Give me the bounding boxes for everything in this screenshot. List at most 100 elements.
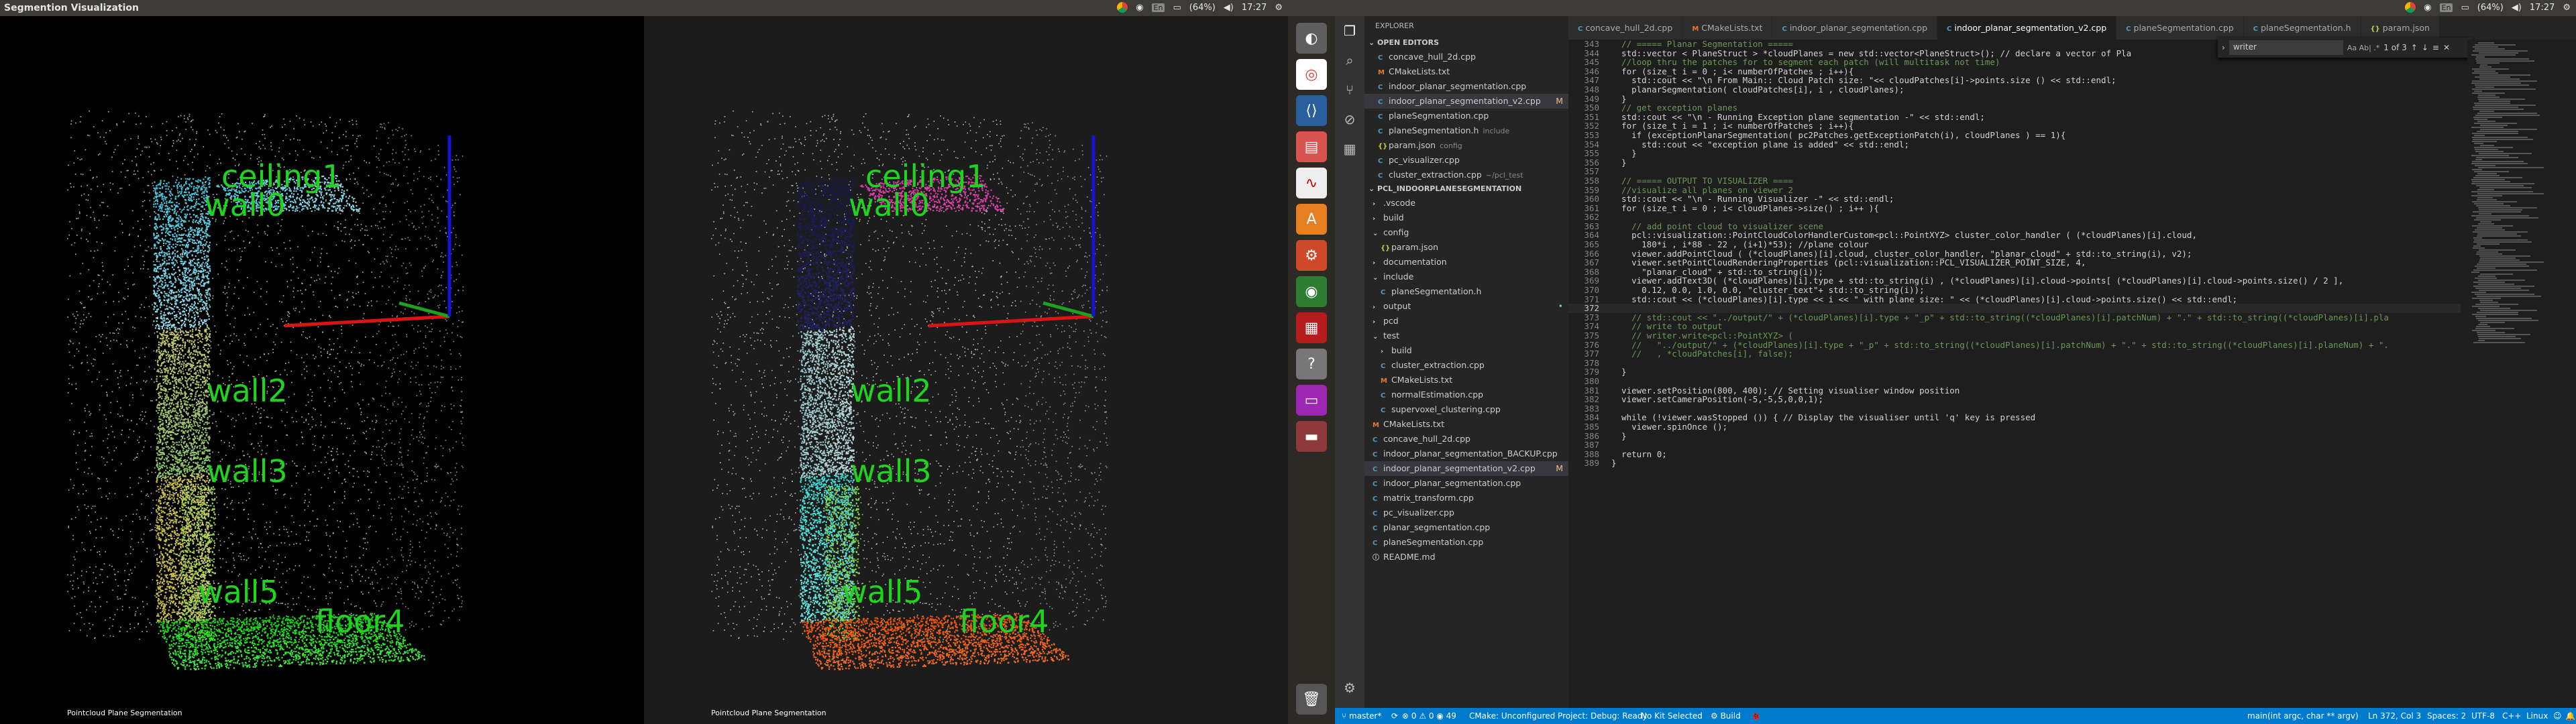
chrome-indicator-icon[interactable]	[1117, 2, 1128, 13]
code-line[interactable]: 381 viewer.setPosition(800, 400); // Set…	[1568, 385, 2461, 396]
code-line[interactable]: 371 std::cout << (*cloudPlanes)[i].type …	[1568, 294, 2461, 304]
clock[interactable]: 17:27	[1242, 3, 1267, 13]
code-line[interactable]: 365 180*i , i*88 - 22 , (i+1)*53); //pla…	[1568, 240, 2461, 249]
code-line[interactable]: 355 }	[1568, 149, 2461, 158]
code-line[interactable]: 380	[1568, 377, 2461, 386]
editor-tab[interactable]: CplaneSegmentation.cpp	[2116, 16, 2244, 40]
volume-icon[interactable]: ◀)	[1224, 3, 1234, 13]
code-line[interactable]: 353 if (exceptionPlanarSegmentation( pc2…	[1568, 131, 2461, 140]
tree-item[interactable]: ⌄ config	[1364, 225, 1568, 240]
tree-item[interactable]: Csupervoxel_clustering.cpp	[1364, 402, 1568, 417]
tree-item[interactable]: › build	[1364, 343, 1568, 358]
cursor-position[interactable]: Ln 372, Col 3	[2368, 711, 2421, 721]
tree-item[interactable]: › output •	[1364, 299, 1568, 314]
sync-icon[interactable]: ⟳	[1391, 711, 1398, 721]
code-line[interactable]: 384 while (!viewer.wasStopped ()) { // D…	[1568, 413, 2461, 422]
drive-icon[interactable]: ▬	[1296, 421, 1327, 452]
code-line[interactable]: 359 //visualize all planes on viewer 2	[1568, 185, 2461, 195]
close-icon[interactable]: ✕	[2443, 43, 2450, 52]
code-line[interactable]: 368 "planar_cloud" + std::to_string(i));	[1568, 267, 2461, 277]
vscode-icon[interactable]: ⟨⟩	[1296, 95, 1327, 126]
open-editor-item[interactable]: Cpc_visualizer.cpp	[1364, 153, 1568, 168]
tree-item[interactable]: CnormalEstimation.cpp	[1364, 387, 1568, 402]
code-line[interactable]: 356 }	[1568, 158, 2461, 168]
explorer-icon[interactable]: ❐	[1335, 16, 1364, 46]
open-editor-item[interactable]: Cindoor_planar_segmentation_v2.cpp M	[1364, 94, 1568, 109]
tree-item[interactable]: Cindoor_planar_segmentation.cpp	[1364, 476, 1568, 491]
kit-selector[interactable]: No Kit Selected	[1641, 711, 1703, 721]
notifications-bell-icon[interactable]: 🔔	[2565, 711, 2575, 721]
code-line[interactable]: 347 std::cout << "\n From Main:: Cloud P…	[1568, 76, 2461, 85]
search-icon[interactable]: ⌕	[1335, 46, 1364, 75]
code-line[interactable]: 349 }	[1568, 94, 2461, 104]
app-icon[interactable]: ∿	[1296, 168, 1327, 198]
open-editor-item[interactable]: {} param.json config	[1364, 138, 1568, 153]
chrome-icon[interactable]: ◎	[1296, 59, 1327, 90]
tree-item[interactable]: ⌄ include	[1364, 269, 1568, 284]
tree-item[interactable]: Cconcave_hull_2d.cpp	[1364, 432, 1568, 446]
encoding[interactable]: UTF-8	[2471, 711, 2495, 721]
tree-item[interactable]: ⓘ README.md	[1364, 550, 1568, 564]
os-indicator[interactable]: Linux	[2526, 711, 2548, 721]
code-line[interactable]: 374 // write to output	[1568, 322, 2461, 331]
find-input[interactable]: writer	[2229, 40, 2343, 55]
tree-item[interactable]: CplaneSegmentation.cpp	[1364, 535, 1568, 550]
cmake-status[interactable]: CMake: Unconfigured Project: Debug: Read…	[1469, 711, 1648, 721]
battery-icon[interactable]: ▭	[2461, 3, 2469, 13]
source-control-icon[interactable]: ⑂	[1335, 75, 1364, 105]
code-line[interactable]: 364 pcl::visualization::PointCloudColorH…	[1568, 231, 2461, 240]
help-icon[interactable]: ?	[1296, 349, 1327, 379]
tree-item[interactable]: ⌄ test	[1364, 328, 1568, 343]
trash-icon[interactable]: 🗑	[1296, 684, 1327, 715]
code-editor[interactable]: 343 // ===== Planar Segmentation ===== 34…	[1568, 40, 2461, 708]
tree-item[interactable]: M CMakeLists.txt	[1364, 373, 1568, 387]
battery-icon[interactable]: ▭	[1173, 3, 1181, 13]
code-line[interactable]: 385 viewer.spinOnce ();	[1568, 422, 2461, 432]
arrow-up-icon[interactable]: ↑	[2411, 43, 2418, 52]
debug-icon[interactable]: ⊘	[1335, 105, 1364, 134]
code-line[interactable]: 372	[1568, 304, 2461, 313]
code-line[interactable]: 351 std::cout << "\n - Running Exception…	[1568, 112, 2461, 122]
editor-tab[interactable]: Cconcave_hull_2d.cpp	[1568, 16, 1683, 40]
editor-tab[interactable]: Cindoor_planar_segmentation_v2.cpp	[1937, 16, 2117, 40]
software-center-icon[interactable]: A	[1296, 204, 1327, 235]
code-line[interactable]: 388 return 0;	[1568, 449, 2461, 459]
code-line[interactable]: 352 for (size_t i = 1 ; i< numberOfPatch…	[1568, 121, 2461, 131]
code-line[interactable]: 367 viewer.setPointCloudRenderingPropert…	[1568, 258, 2461, 267]
tree-item[interactable]: › .vscode	[1364, 196, 1568, 210]
open-editor-item[interactable]: Ccluster_extraction.cpp ~/pcl_test	[1364, 168, 1568, 182]
files-icon[interactable]: ▤	[1296, 131, 1327, 162]
code-line[interactable]: 350 // get exception planes	[1568, 103, 2461, 113]
minimap[interactable]	[2467, 40, 2568, 708]
power-icon[interactable]: ⚙	[1275, 3, 1283, 13]
selection-icon[interactable]: ≡	[2432, 43, 2439, 52]
tree-item[interactable]: Cmatrix_transform.cpp	[1364, 491, 1568, 505]
code-line[interactable]: 386 }	[1568, 431, 2461, 441]
language-mode[interactable]: C++	[2502, 711, 2522, 721]
problems-indicator[interactable]: ⊗ 0 ⚠ 0 ◉ 49	[1402, 711, 1456, 721]
tree-item[interactable]: Cplanar_segmentation.cpp	[1364, 520, 1568, 535]
feedback-smile-icon[interactable]: ☺	[2553, 711, 2562, 721]
code-line[interactable]: 376 // "../output/" + (*cloudPlanes)[i].…	[1568, 340, 2461, 350]
open-editor-item[interactable]: Cconcave_hull_2d.cpp	[1364, 50, 1568, 64]
code-line[interactable]: 358 // ===== OUTPUT TO VISUALIZER ====	[1568, 176, 2461, 186]
tree-item[interactable]: Cindoor_planar_segmentation_BACKUP.cpp	[1364, 446, 1568, 461]
settings-icon[interactable]: ⚙	[1296, 240, 1327, 271]
extensions-icon[interactable]: ▦	[1335, 134, 1364, 164]
open-editor-item[interactable]: M CMakeLists.txt	[1364, 64, 1568, 79]
power-icon[interactable]: ⚙	[2563, 3, 2571, 13]
code-line[interactable]: 377 // , *cloudPatches[i], false);	[1568, 349, 2461, 359]
editor-tab[interactable]: {} param.json	[2361, 16, 2440, 40]
code-line[interactable]: 375 // writer.write<pcl::PointXYZ> (	[1568, 331, 2461, 341]
code-line[interactable]: 379 }	[1568, 367, 2461, 377]
volume-icon[interactable]: ◀)	[2512, 3, 2522, 13]
system-tray-right[interactable]: ◉ En ▭ (64%) ◀) 17:27 ⚙	[2405, 2, 2571, 13]
tree-item[interactable]: M CMakeLists.txt	[1364, 417, 1568, 432]
branch-indicator[interactable]: ⑂ master*	[1342, 711, 1381, 721]
pcl-viewport-segmented[interactable]: ceiling1 wall0 wall2 wall3 wall5 floor4 …	[644, 16, 1288, 724]
tree-item[interactable]: {} param.json	[1364, 240, 1568, 255]
code-line[interactable]: 387	[1568, 440, 2461, 450]
editor-tab[interactable]: CplaneSegmentation.h	[2243, 16, 2361, 40]
nvidia-icon[interactable]: ◉	[1296, 276, 1327, 307]
tree-item[interactable]: Ccluster_extraction.cpp	[1364, 358, 1568, 373]
